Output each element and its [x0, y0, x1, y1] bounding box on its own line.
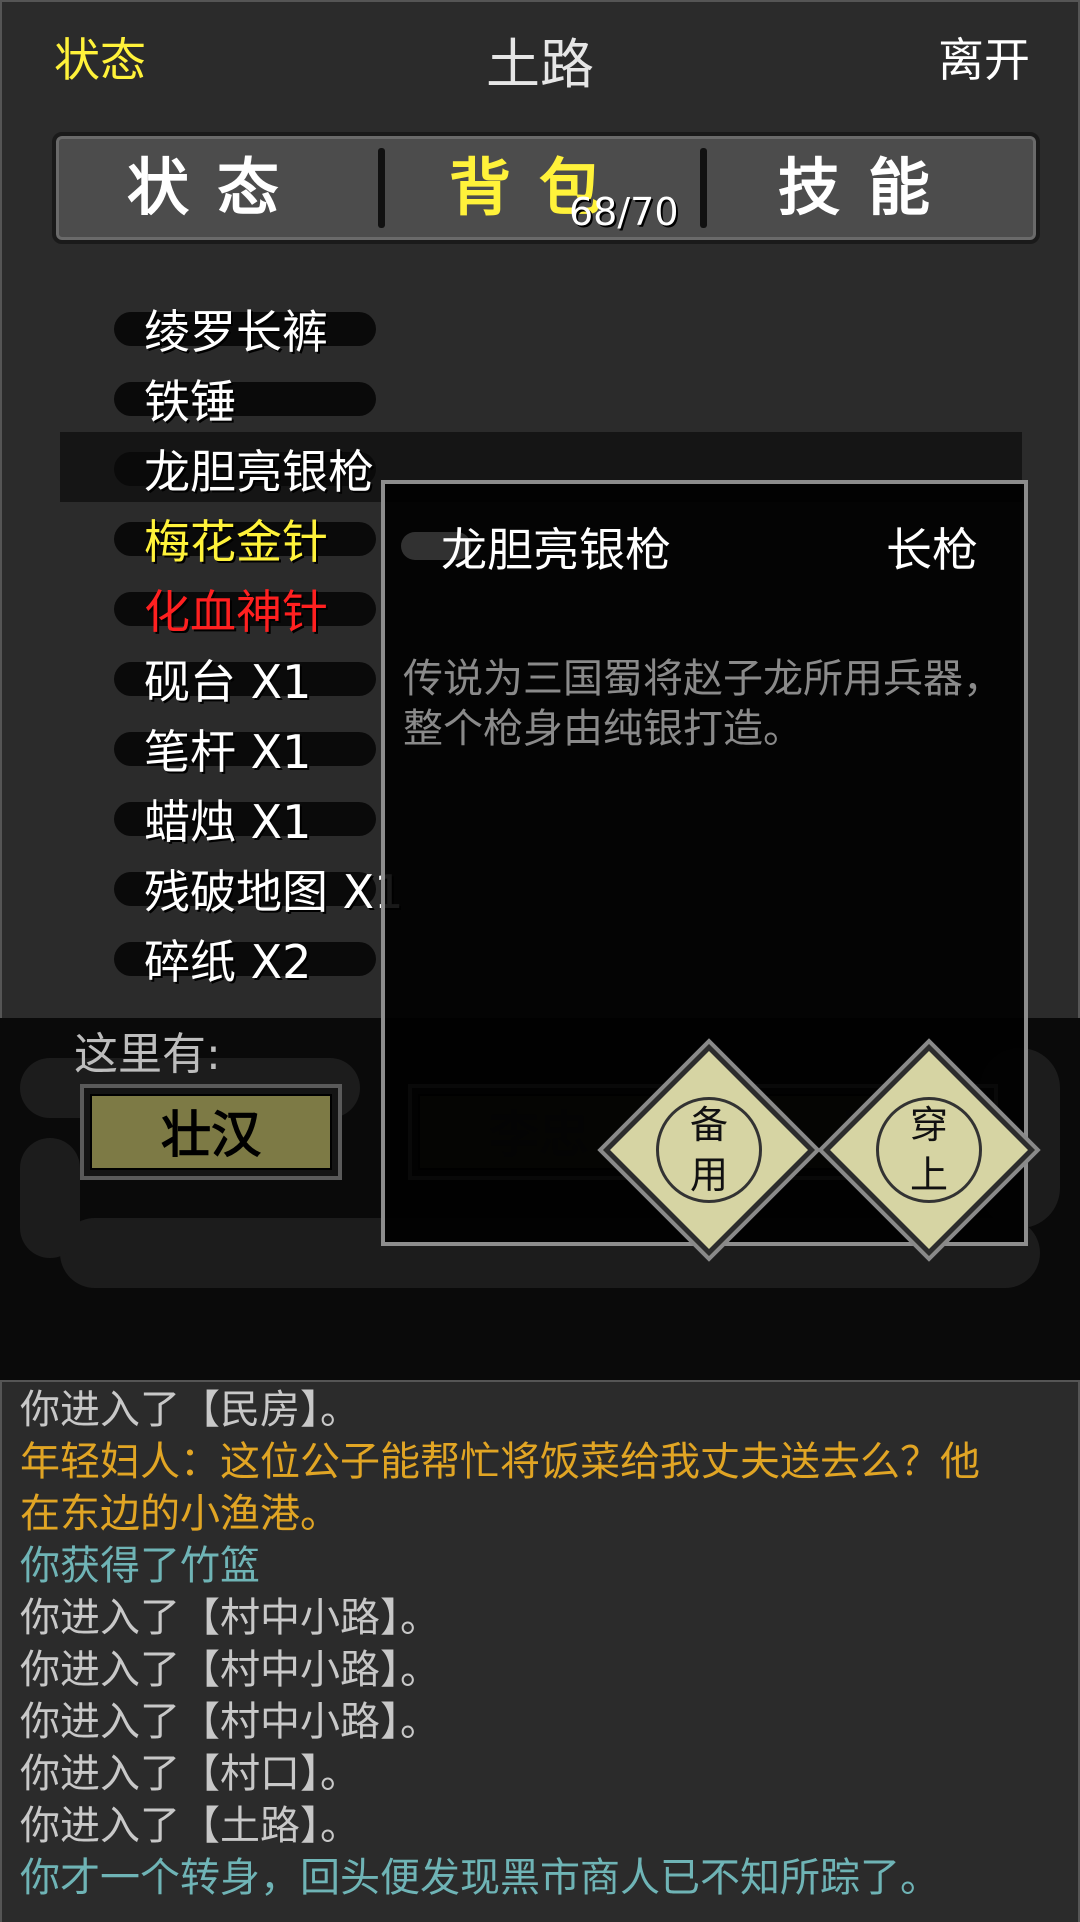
- log-line: 年轻妇人：这位公子能帮忙将饭菜给我丈夫送去么？他: [20, 1439, 980, 1485]
- reserve-label: 备用: [689, 1103, 728, 1197]
- log-line: 在东边的小渔港。: [20, 1491, 340, 1537]
- item-name: 龙胆亮银枪: [441, 523, 671, 577]
- item-label: 龙胆亮银枪: [144, 445, 374, 499]
- smoke-decoration: [20, 1138, 80, 1258]
- item-label: 砚台 X1: [144, 655, 312, 709]
- item-label: 笔杆 X1: [144, 725, 312, 779]
- item-description: 传说为三国蜀将赵子龙所用兵器，整个枪身由纯银打造。: [403, 656, 1003, 752]
- message-log[interactable]: 你进入了【民房】。 年轻妇人：这位公子能帮忙将饭菜给我丈夫送去么？他 在东边的小…: [0, 1380, 1080, 1922]
- log-line: 你进入了【村中小路】。: [20, 1699, 440, 1745]
- bag-capacity: 68/70: [569, 190, 679, 234]
- item-label: 残破地图 X1: [144, 865, 404, 919]
- leave-button[interactable]: 离开: [938, 24, 1030, 90]
- item-type: 长枪: [886, 523, 978, 577]
- item-label: 碎纸 X2: [144, 935, 312, 989]
- item-label: 绫罗长裤: [144, 305, 328, 359]
- item-label: 铁锤: [144, 375, 236, 429]
- item-label: 化血神针: [144, 585, 328, 639]
- log-line: 你才一个转身，回头便发现黑市商人已不知所踪了。: [20, 1855, 940, 1901]
- log-line: 你进入了【村口】。: [20, 1751, 360, 1797]
- equip-label: 穿上: [909, 1103, 948, 1197]
- inventory-item[interactable]: 铁锤: [2, 362, 1022, 432]
- log-line: 你获得了竹篮: [20, 1543, 260, 1589]
- log-line: 你进入了【民房】。: [20, 1387, 360, 1433]
- tab-bar: 状态 背包 技能: [52, 132, 1040, 244]
- npc-label: 壮汉: [90, 1094, 332, 1170]
- log-line: 你进入了【村中小路】。: [20, 1647, 440, 1693]
- tab-skills[interactable]: 技能: [700, 136, 1036, 240]
- item-label: 梅花金针: [144, 515, 328, 569]
- location-title: 土路: [486, 33, 594, 96]
- log-line: 你进入了【土路】。: [20, 1803, 360, 1849]
- item-label: 蜡烛 X1: [144, 795, 312, 849]
- tab-status[interactable]: 状态: [56, 136, 378, 240]
- inventory-item[interactable]: 绫罗长裤: [2, 292, 1022, 362]
- log-line: 你进入了【村中小路】。: [20, 1595, 440, 1641]
- npc-button[interactable]: 壮汉: [80, 1084, 342, 1180]
- here-label: 这里有:: [74, 1029, 221, 1080]
